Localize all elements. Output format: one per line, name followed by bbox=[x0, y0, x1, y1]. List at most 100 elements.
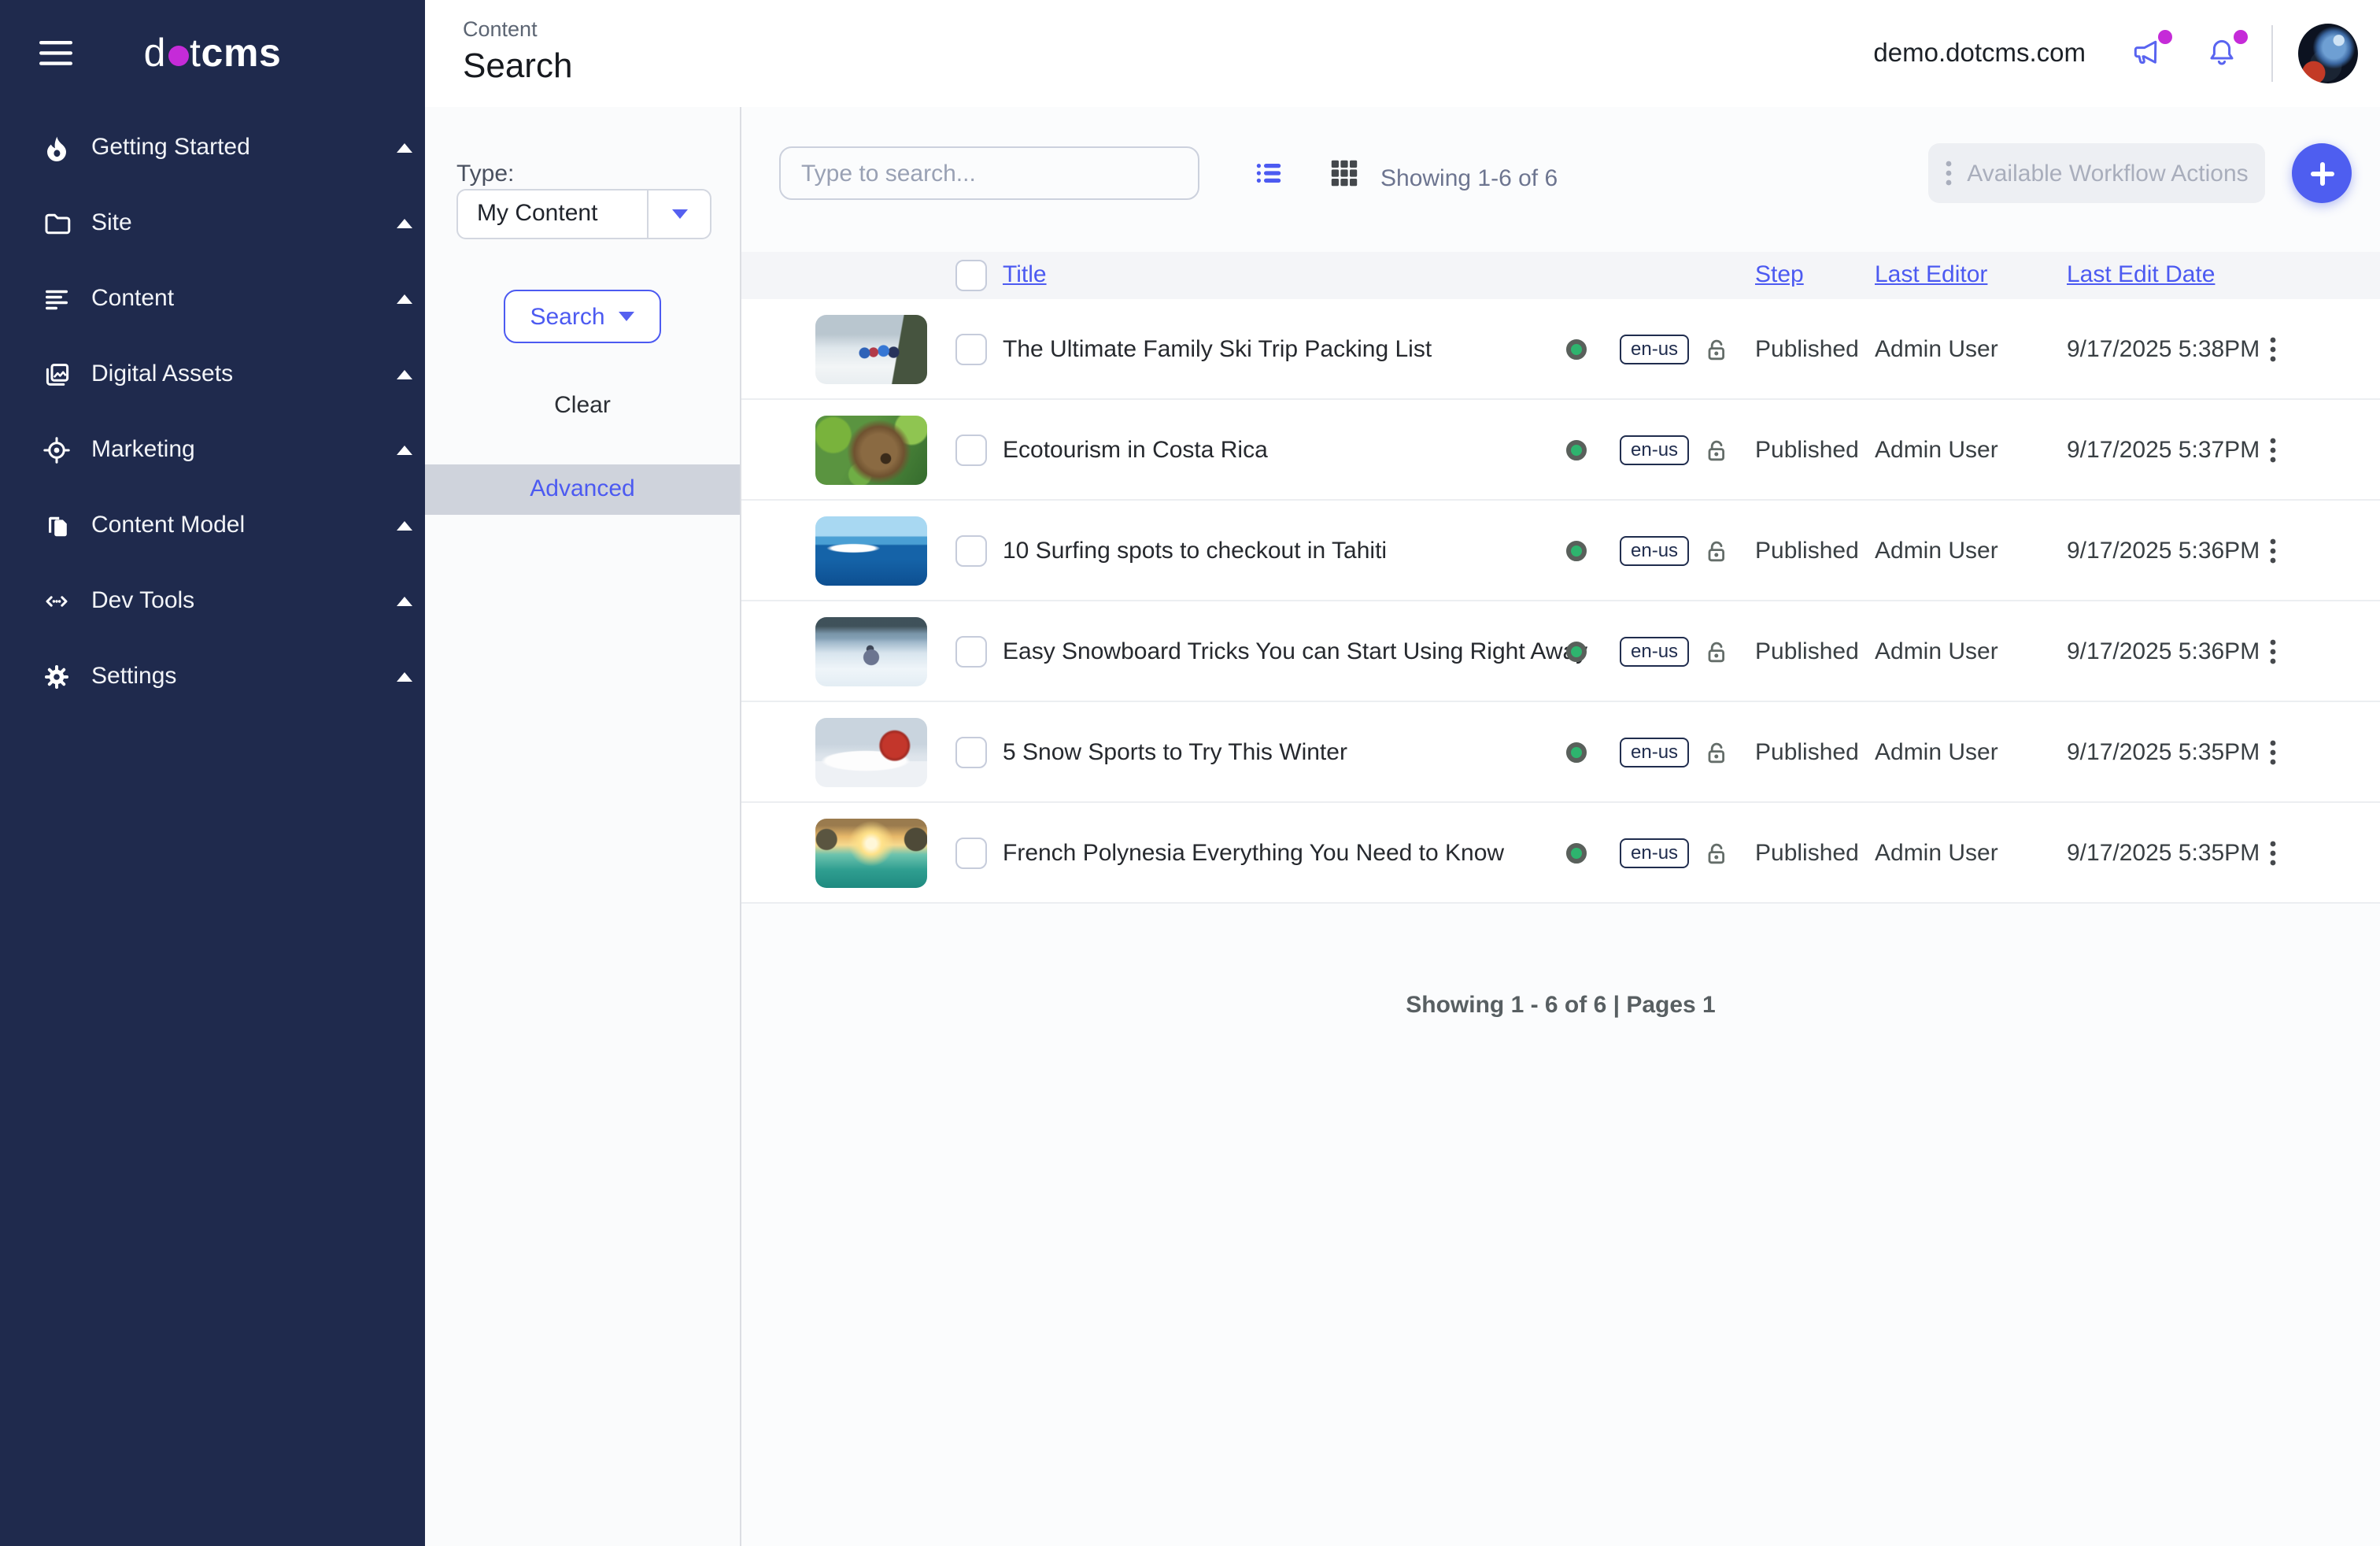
search-button[interactable]: Search bbox=[504, 290, 661, 343]
code-icon bbox=[42, 587, 71, 616]
sidebar-item-settings[interactable]: Settings bbox=[0, 639, 425, 715]
table-row[interactable]: The Ultimate Family Ski Trip Packing Lis… bbox=[741, 299, 2380, 400]
chevron-up-icon bbox=[397, 521, 412, 531]
row-checkbox[interactable] bbox=[955, 837, 987, 868]
sidebar-item-label: Content bbox=[91, 261, 174, 337]
row-checkbox[interactable] bbox=[955, 635, 987, 667]
row-title[interactable]: French Polynesia Everything You Need to … bbox=[1003, 839, 1504, 866]
row-last-editor: Admin User bbox=[1875, 738, 1998, 765]
pagination-summary: Showing 1 - 6 of 6 | Pages 1 bbox=[741, 992, 2380, 1019]
row-last-edit-date: 9/17/2025 5:37PM bbox=[2067, 436, 2260, 463]
sidebar-item-content-model[interactable]: Content Model bbox=[0, 488, 425, 564]
top-header: Content Search demo.dotcms.com bbox=[425, 0, 2380, 107]
row-menu-button[interactable] bbox=[2262, 835, 2284, 870]
logo-dot bbox=[168, 46, 188, 66]
content-type-select[interactable]: My Content bbox=[456, 189, 711, 239]
clear-button[interactable]: Clear bbox=[425, 392, 740, 419]
sidebar-item-content[interactable]: Content bbox=[0, 261, 425, 337]
lock-open-glyph bbox=[1703, 436, 1730, 463]
row-menu-button[interactable] bbox=[2262, 432, 2284, 467]
content-lines-icon bbox=[42, 285, 71, 313]
search-input[interactable] bbox=[779, 146, 1199, 200]
published-status-dot bbox=[1566, 742, 1587, 762]
column-last-edit-date[interactable]: Last Edit Date bbox=[2067, 252, 2215, 299]
chevron-up-icon bbox=[397, 219, 412, 228]
row-last-edit-date: 9/17/2025 5:35PM bbox=[2067, 738, 2260, 765]
sidebar-item-dev-tools[interactable]: Dev Tools bbox=[0, 564, 425, 639]
row-last-edit-date: 9/17/2025 5:38PM bbox=[2067, 335, 2260, 362]
row-checkbox[interactable] bbox=[955, 534, 987, 566]
sidebar-item-getting-started[interactable]: Getting Started bbox=[0, 110, 425, 186]
header-divider bbox=[2271, 25, 2273, 82]
logo-text-d: d bbox=[144, 31, 166, 76]
chevron-up-icon bbox=[397, 143, 412, 153]
row-thumbnail[interactable] bbox=[815, 616, 927, 686]
announcements-button[interactable] bbox=[2130, 36, 2164, 71]
kebab-icon bbox=[2270, 437, 2276, 462]
row-checkbox[interactable] bbox=[955, 736, 987, 767]
row-menu-button[interactable] bbox=[2262, 331, 2284, 366]
table-row[interactable]: Easy Snowboard Tricks You can Start Usin… bbox=[741, 601, 2380, 702]
grid-view-button[interactable] bbox=[1330, 159, 1358, 187]
site-selector[interactable]: demo.dotcms.com bbox=[1873, 39, 2086, 68]
language-badge: en-us bbox=[1620, 334, 1689, 364]
row-checkbox[interactable] bbox=[955, 333, 987, 364]
sidebar-item-marketing[interactable]: Marketing bbox=[0, 412, 425, 488]
add-content-button[interactable] bbox=[2292, 143, 2352, 203]
table-row[interactable]: 10 Surfing spots to checkout in Tahitien… bbox=[741, 501, 2380, 601]
user-avatar[interactable] bbox=[2298, 24, 2358, 83]
notification-dot bbox=[2158, 30, 2172, 44]
row-title[interactable]: 10 Surfing spots to checkout in Tahiti bbox=[1003, 537, 1387, 564]
list-view-button[interactable] bbox=[1255, 159, 1283, 187]
row-menu-button[interactable] bbox=[2262, 634, 2284, 668]
chevron-up-icon bbox=[397, 597, 412, 606]
row-last-edit-date: 9/17/2025 5:35PM bbox=[2067, 839, 2260, 866]
row-title[interactable]: The Ultimate Family Ski Trip Packing Lis… bbox=[1003, 335, 1432, 362]
column-last-editor[interactable]: Last Editor bbox=[1875, 252, 1987, 299]
select-arrow-box[interactable] bbox=[647, 190, 710, 238]
lock-open-icon bbox=[1703, 335, 1730, 362]
kebab-icon bbox=[2270, 336, 2276, 361]
row-menu-button[interactable] bbox=[2262, 734, 2284, 769]
table-row[interactable]: Ecotourism in Costa Ricaen-usPublishedAd… bbox=[741, 400, 2380, 501]
header-actions: demo.dotcms.com bbox=[1873, 0, 2358, 107]
workflow-actions-button[interactable]: Available Workflow Actions bbox=[1928, 143, 2265, 203]
bell-icon bbox=[2205, 36, 2238, 69]
row-checkbox[interactable] bbox=[955, 434, 987, 465]
row-menu-button[interactable] bbox=[2262, 533, 2284, 568]
row-thumbnail[interactable] bbox=[815, 415, 927, 484]
sidebar-item-label: Content Model bbox=[91, 488, 245, 564]
sidebar-item-digital-assets[interactable]: Digital Assets bbox=[0, 337, 425, 412]
content-type-value: My Content bbox=[477, 190, 597, 238]
row-thumbnail[interactable] bbox=[815, 314, 927, 383]
column-step[interactable]: Step bbox=[1755, 252, 1804, 299]
sidebar-item-label: Getting Started bbox=[91, 110, 250, 186]
row-title[interactable]: Easy Snowboard Tricks You can Start Usin… bbox=[1003, 638, 1587, 664]
search-button-label: Search bbox=[530, 303, 604, 330]
row-step: Published bbox=[1755, 638, 1859, 664]
select-all-checkbox[interactable] bbox=[955, 260, 987, 291]
language-badge: en-us bbox=[1620, 636, 1689, 666]
sidebar-item-site[interactable]: Site bbox=[0, 186, 425, 261]
row-last-editor: Admin User bbox=[1875, 436, 1998, 463]
table-row[interactable]: 5 Snow Sports to Try This Winteren-usPub… bbox=[741, 702, 2380, 803]
row-thumbnail[interactable] bbox=[815, 818, 927, 887]
row-thumbnail[interactable] bbox=[815, 516, 927, 585]
row-title[interactable]: Ecotourism in Costa Rica bbox=[1003, 436, 1268, 463]
row-thumbnail[interactable] bbox=[815, 717, 927, 786]
chevron-up-icon bbox=[397, 294, 412, 304]
sidebar-item-label: Digital Assets bbox=[91, 337, 233, 412]
chevron-up-icon bbox=[397, 446, 412, 455]
chevron-down-icon bbox=[619, 312, 635, 321]
row-last-edit-date: 9/17/2025 5:36PM bbox=[2067, 537, 2260, 564]
kebab-icon bbox=[2270, 638, 2276, 664]
table-row[interactable]: French Polynesia Everything You Need to … bbox=[741, 803, 2380, 904]
page-title: Search bbox=[463, 46, 572, 87]
advanced-tab[interactable]: Advanced bbox=[425, 464, 740, 515]
lock-open-glyph bbox=[1703, 738, 1730, 765]
lock-open-glyph bbox=[1703, 335, 1730, 362]
row-step: Published bbox=[1755, 436, 1859, 463]
row-title[interactable]: 5 Snow Sports to Try This Winter bbox=[1003, 738, 1347, 765]
column-title[interactable]: Title bbox=[1003, 252, 1047, 299]
notifications-button[interactable] bbox=[2205, 36, 2240, 71]
